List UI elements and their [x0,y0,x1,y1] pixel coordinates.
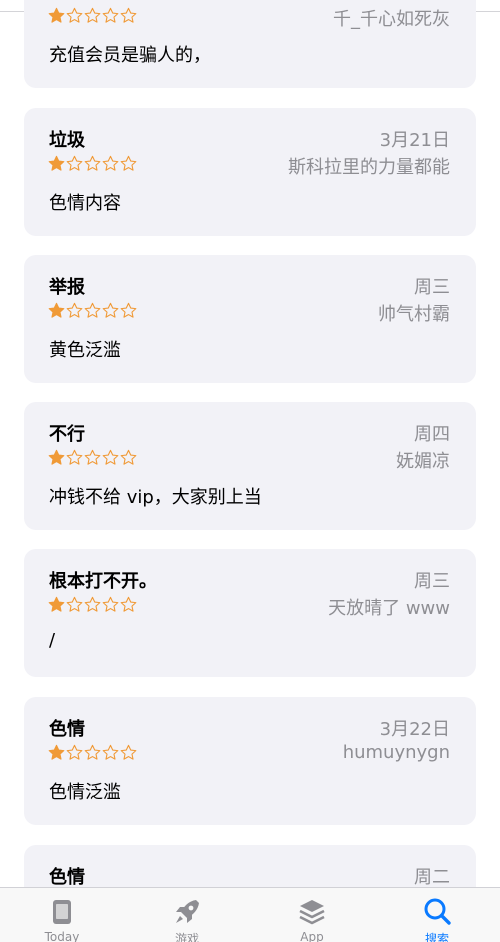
review-author: humuynygn [342,742,450,763]
review-date: 周三 [414,277,450,298]
star-empty-icon [84,155,101,171]
tab-games[interactable]: 游戏 [137,888,237,942]
review-author: 斯科拉里的力量都能 [288,157,450,178]
review-title: 色情 [49,719,85,740]
review-title: 根本打不开。 [49,571,157,592]
star-empty-icon [120,596,137,612]
star-empty-icon [102,7,119,23]
star-empty-icon [102,449,119,465]
star-filled-icon [48,596,65,612]
star-filled-icon [48,744,65,760]
review-title: 不行 [49,424,85,445]
review-title: 举报 [49,277,85,298]
tab-label: Today [44,930,80,942]
star-empty-icon [84,596,101,612]
review-card[interactable]: 不行 周四 妩媚凉 冲钱不给 vip，大家别上当 [24,402,476,530]
star-empty-icon [84,744,101,760]
star-rating [48,744,137,761]
star-empty-icon [84,7,101,23]
star-empty-icon [66,7,83,23]
tab-search[interactable]: 搜索 [387,888,487,942]
review-author: 妩媚凉 [396,451,450,472]
review-body: 充值会员是骗人的， [49,45,211,66]
star-rating [48,302,137,319]
review-list[interactable]: 千_千心如死灰 充值会员是骗人的， 垃圾 3月21日 斯科拉里的力量都能 色情内… [0,0,500,887]
star-empty-icon [84,302,101,318]
star-rating [48,449,137,466]
review-card[interactable]: 垃圾 3月21日 斯科拉里的力量都能 色情内容 [24,108,476,236]
tab-label: 游戏 [174,932,199,942]
review-body: 色情内容 [49,193,121,214]
star-filled-icon [48,302,65,318]
review-author: 天放晴了 www [328,598,450,619]
star-rating [48,7,137,24]
tab-apps[interactable]: App [262,888,362,942]
tab-bar: Today 游戏 App 搜索 [0,887,500,942]
star-empty-icon [66,596,83,612]
star-empty-icon [120,302,137,318]
review-card[interactable]: 根本打不开。 周三 天放晴了 www / [24,549,476,677]
star-rating [48,596,137,613]
star-empty-icon [66,155,83,171]
star-empty-icon [120,155,137,171]
review-card[interactable]: 色情 周二 [24,845,476,887]
search-icon [424,898,451,925]
review-date: 周二 [414,867,450,887]
review-body: 冲钱不给 vip，大家别上当 [49,487,262,508]
review-card[interactable]: 举报 周三 帅气村霸 黄色泛滥 [24,255,476,383]
star-empty-icon [102,596,119,612]
star-filled-icon [48,7,65,23]
review-title: 色情 [49,867,85,887]
review-author: 千_千心如死灰 [333,9,450,30]
tab-today[interactable]: Today [12,888,112,942]
tab-label: App [300,930,324,942]
review-author: 帅气村霸 [378,304,450,325]
star-empty-icon [102,155,119,171]
review-date: 3月22日 [379,719,450,740]
tab-label: 搜索 [424,932,449,942]
star-filled-icon [48,449,65,465]
star-rating [48,155,137,172]
review-body: 色情泛滥 [49,782,121,803]
star-empty-icon [66,744,83,760]
rocket-icon [176,900,199,923]
review-card[interactable]: 色情 3月22日 humuynygn 色情泛滥 [24,697,476,825]
star-filled-icon [48,155,65,171]
star-empty-icon [84,449,101,465]
review-date: 周三 [414,571,450,592]
today-icon [53,900,71,924]
star-empty-icon [102,302,119,318]
review-title: 垃圾 [49,130,85,151]
star-empty-icon [120,7,137,23]
star-empty-icon [120,744,137,760]
star-empty-icon [66,449,83,465]
star-empty-icon [102,744,119,760]
review-body: / [49,630,56,651]
review-date: 周四 [414,424,450,445]
apps-stack-icon [299,900,325,925]
star-empty-icon [120,449,137,465]
review-card[interactable]: 千_千心如死灰 充值会员是骗人的， [24,0,476,88]
star-empty-icon [66,302,83,318]
review-date: 3月21日 [379,130,450,151]
review-body: 黄色泛滥 [49,340,121,361]
